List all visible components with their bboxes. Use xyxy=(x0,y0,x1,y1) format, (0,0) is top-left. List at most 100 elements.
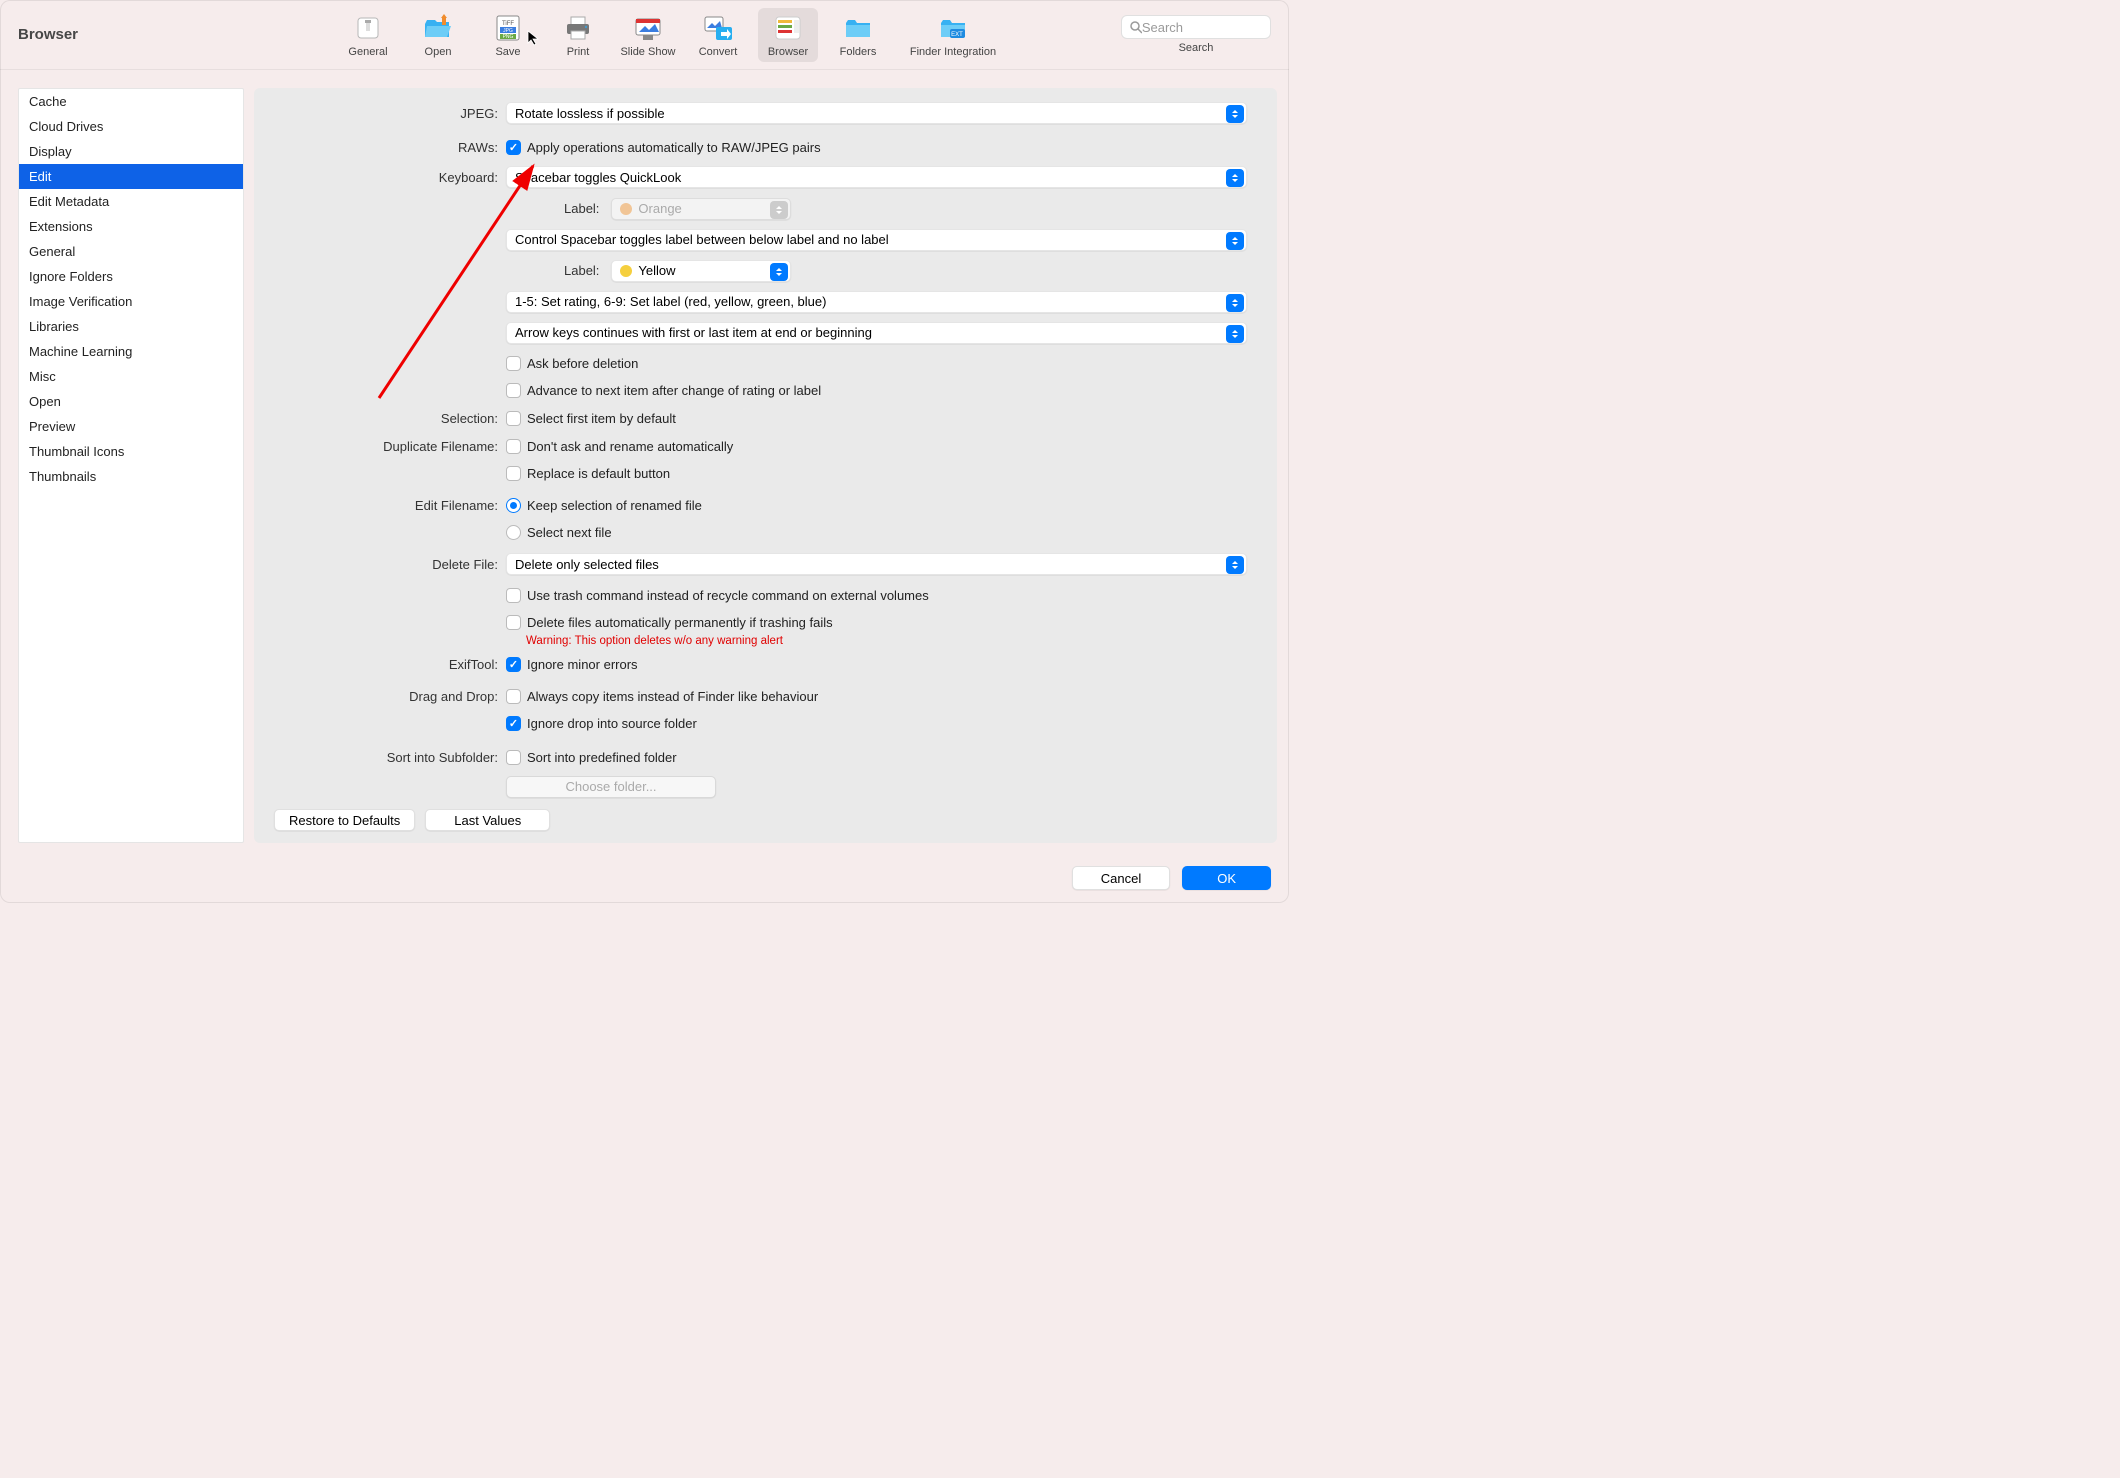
toolbar-general[interactable]: General xyxy=(338,8,398,62)
duplicate-filename-label: Duplicate Filename: xyxy=(264,439,506,454)
toolbar-finder-integration[interactable]: EXT Finder Integration xyxy=(898,8,1008,62)
search-icon xyxy=(1130,21,1142,34)
printer-icon xyxy=(562,12,594,44)
sort-subfolder-label: Sort into Subfolder: xyxy=(264,750,506,765)
search-container: Search xyxy=(1121,15,1271,54)
sidebar-item-thumbnails[interactable]: Thumbnails xyxy=(19,464,243,489)
dnd-copy-checkbox[interactable] xyxy=(506,689,521,704)
finder-ext-icon: EXT xyxy=(937,12,969,44)
dnd-ignore-checkbox[interactable]: ✓ xyxy=(506,716,521,731)
switch-icon xyxy=(352,12,384,44)
replace-checkbox[interactable] xyxy=(506,466,521,481)
keyboard-select[interactable]: Spacebar toggles QuickLook xyxy=(506,166,1247,188)
sidebar-item-cloud-drives[interactable]: Cloud Drives xyxy=(19,114,243,139)
folder-open-icon xyxy=(422,12,454,44)
delete-file-label: Delete File: xyxy=(264,557,506,572)
delete-perm-checkbox[interactable] xyxy=(506,615,521,630)
label1-select[interactable]: Orange xyxy=(611,198,791,220)
exiftool-label: ExifTool: xyxy=(264,657,506,672)
toolbar: Browser General Open TiFFJPGPNG Save Pri… xyxy=(0,0,1289,70)
toolbar-convert[interactable]: Convert xyxy=(688,8,748,62)
arrow-keys-select[interactable]: Arrow keys continues with first or last … xyxy=(506,322,1247,344)
svg-text:TiFF: TiFF xyxy=(502,21,514,27)
trash-checkbox[interactable] xyxy=(506,588,521,603)
toolbar-print[interactable]: Print xyxy=(548,8,608,62)
raws-label: RAWs: xyxy=(264,140,506,155)
sidebar-item-thumbnail-icons[interactable]: Thumbnail Icons xyxy=(19,439,243,464)
svg-text:EXT: EXT xyxy=(951,32,963,38)
search-field[interactable] xyxy=(1121,15,1271,39)
delete-file-select[interactable]: Delete only selected files xyxy=(506,553,1247,575)
sidebar-item-preview[interactable]: Preview xyxy=(19,414,243,439)
browser-icon xyxy=(772,12,804,44)
toolbar-open[interactable]: Open xyxy=(408,8,468,62)
dup-checkbox[interactable] xyxy=(506,439,521,454)
jpeg-label: JPEG: xyxy=(264,106,506,121)
footer: Cancel OK xyxy=(0,853,1289,903)
label1-label: Label: xyxy=(564,201,599,216)
window-title: Browser xyxy=(18,26,338,43)
cancel-button[interactable]: Cancel xyxy=(1072,866,1170,890)
toolbar-items: General Open TiFFJPGPNG Save Print Slide… xyxy=(338,8,1008,62)
sidebar-item-display[interactable]: Display xyxy=(19,139,243,164)
sidebar-item-image-verification[interactable]: Image Verification xyxy=(19,289,243,314)
chevron-updown-icon xyxy=(770,263,788,281)
label2-select[interactable]: Yellow xyxy=(611,260,791,282)
sort-checkbox[interactable] xyxy=(506,750,521,765)
toolbar-browser[interactable]: Browser xyxy=(758,8,818,62)
raws-cb-label: Apply operations automatically to RAW/JP… xyxy=(527,140,821,155)
choose-folder-button[interactable]: Choose folder... xyxy=(506,776,716,798)
selection-checkbox[interactable] xyxy=(506,411,521,426)
ok-button[interactable]: OK xyxy=(1182,866,1271,890)
restore-defaults-button[interactable]: Restore to Defaults xyxy=(274,809,415,831)
label2-label: Label: xyxy=(564,263,599,278)
sidebar-item-machine-learning[interactable]: Machine Learning xyxy=(19,339,243,364)
sidebar-item-misc[interactable]: Misc xyxy=(19,364,243,389)
sidebar[interactable]: CacheCloud DrivesDisplayEditEdit Metadat… xyxy=(18,88,244,843)
sidebar-item-ignore-folders[interactable]: Ignore Folders xyxy=(19,264,243,289)
chevron-updown-icon xyxy=(1226,556,1244,574)
sidebar-item-cache[interactable]: Cache xyxy=(19,89,243,114)
sidebar-item-extensions[interactable]: Extensions xyxy=(19,214,243,239)
save-icon: TiFFJPGPNG xyxy=(492,12,524,44)
chevron-updown-icon xyxy=(1226,169,1244,187)
sidebar-item-edit-metadata[interactable]: Edit Metadata xyxy=(19,189,243,214)
chevron-updown-icon xyxy=(770,201,788,219)
svg-text:PNG: PNG xyxy=(503,34,514,40)
search-input[interactable] xyxy=(1142,20,1262,35)
chevron-updown-icon xyxy=(1226,325,1244,343)
sidebar-item-open[interactable]: Open xyxy=(19,389,243,414)
content: CacheCloud DrivesDisplayEditEdit Metadat… xyxy=(0,70,1289,853)
toolbar-slideshow[interactable]: Slide Show xyxy=(618,8,678,62)
exif-checkbox[interactable]: ✓ xyxy=(506,657,521,672)
color-dot-orange xyxy=(620,203,632,215)
search-caption: Search xyxy=(1179,42,1214,54)
raws-checkbox[interactable]: ✓ xyxy=(506,140,521,155)
jpeg-select[interactable]: Rotate lossless if possible xyxy=(506,102,1247,124)
convert-icon xyxy=(702,12,734,44)
rating-select[interactable]: 1-5: Set rating, 6-9: Set label (red, ye… xyxy=(506,291,1247,313)
chevron-updown-icon xyxy=(1226,232,1244,250)
preferences-window: Browser General Open TiFFJPGPNG Save Pri… xyxy=(0,0,1289,903)
edit-filename-label: Edit Filename: xyxy=(264,498,506,513)
warning-text: Warning: This option deletes w/o any war… xyxy=(526,635,1247,647)
keyboard-label: Keyboard: xyxy=(264,170,506,185)
control-spacebar-select[interactable]: Control Spacebar toggles label between b… xyxy=(506,229,1247,251)
selection-label: Selection: xyxy=(264,411,506,426)
keep-selection-radio[interactable] xyxy=(506,498,521,513)
chevron-updown-icon xyxy=(1226,105,1244,123)
sidebar-item-general[interactable]: General xyxy=(19,239,243,264)
chevron-updown-icon xyxy=(1226,294,1244,312)
ask-before-checkbox[interactable] xyxy=(506,356,521,371)
settings-panel: JPEG: Rotate lossless if possible RAWs: … xyxy=(254,88,1277,843)
toolbar-save[interactable]: TiFFJPGPNG Save xyxy=(478,8,538,62)
dnd-label: Drag and Drop: xyxy=(264,689,506,704)
last-values-button[interactable]: Last Values xyxy=(425,809,550,831)
toolbar-folders[interactable]: Folders xyxy=(828,8,888,62)
select-next-radio[interactable] xyxy=(506,525,521,540)
color-dot-yellow xyxy=(620,265,632,277)
sidebar-item-edit[interactable]: Edit xyxy=(19,164,243,189)
advance-checkbox[interactable] xyxy=(506,383,521,398)
slideshow-icon xyxy=(632,12,664,44)
sidebar-item-libraries[interactable]: Libraries xyxy=(19,314,243,339)
